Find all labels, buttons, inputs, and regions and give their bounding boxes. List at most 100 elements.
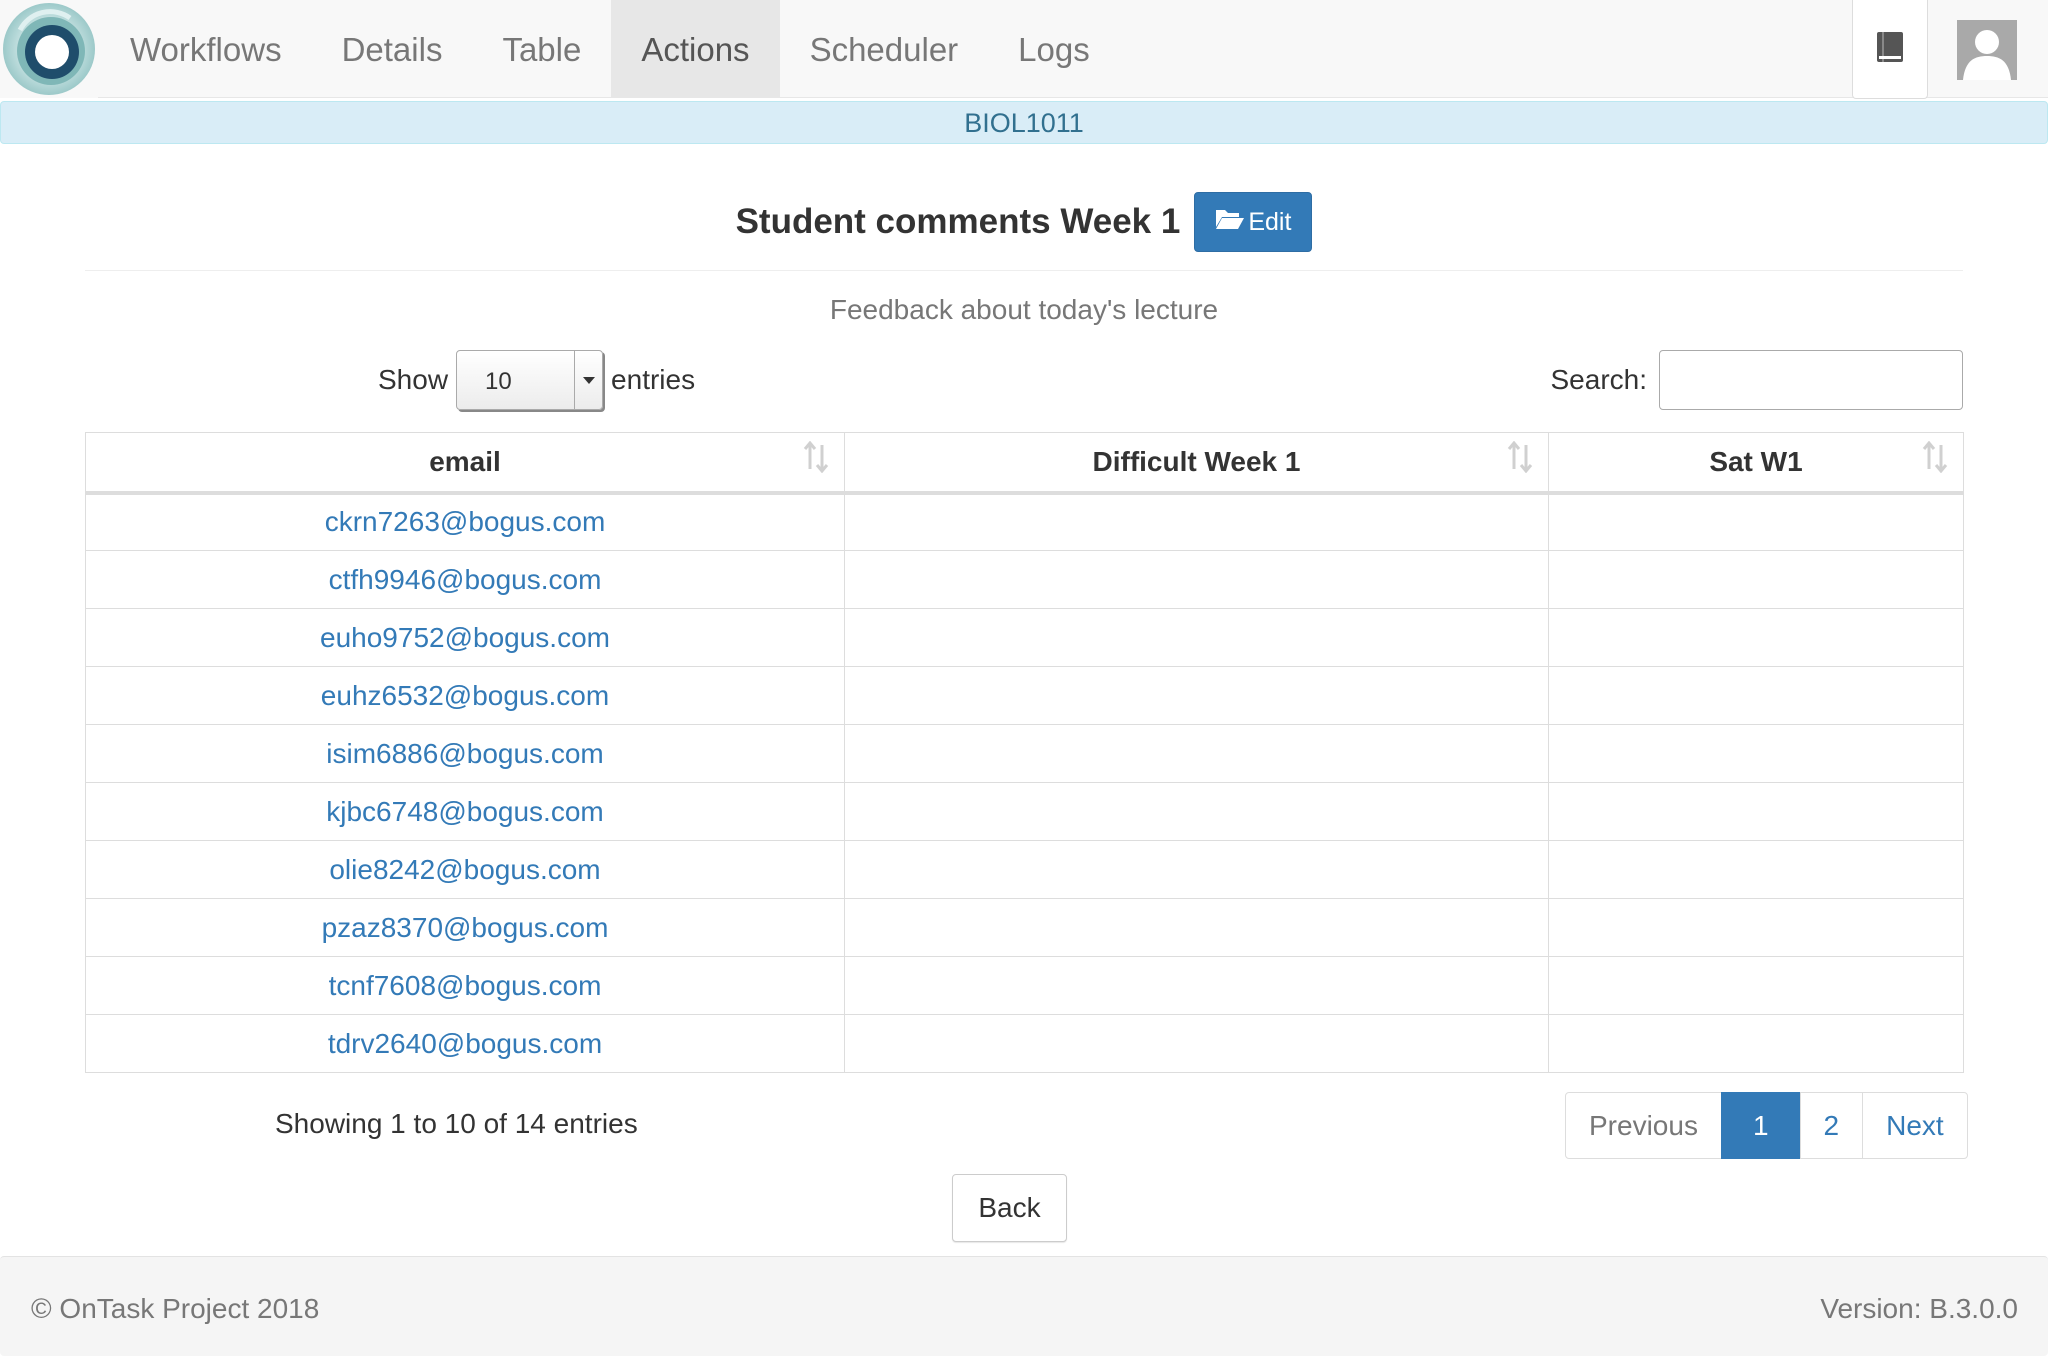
email-cell: kjbc6748@bogus.com bbox=[85, 782, 845, 841]
sat-w1-cell bbox=[1548, 724, 1964, 783]
page-footer: © OnTask Project 2018 Version: B.3.0.0 bbox=[0, 1256, 2048, 1356]
table-row: isim6886@bogus.com bbox=[85, 724, 1964, 783]
email-link[interactable]: tcnf7608@bogus.com bbox=[329, 970, 602, 1001]
table-row: euhz6532@bogus.com bbox=[85, 666, 1964, 725]
user-avatar-icon[interactable] bbox=[1957, 20, 2017, 80]
chevron-down-icon bbox=[574, 351, 602, 409]
sort-icon bbox=[802, 440, 830, 480]
entries-label: entries bbox=[611, 364, 696, 395]
show-label: Show bbox=[378, 364, 449, 395]
email-cell: pzaz8370@bogus.com bbox=[85, 898, 845, 957]
action-description: Feedback about today's lecture bbox=[829, 294, 1219, 325]
email-link[interactable]: euho9752@bogus.com bbox=[320, 622, 610, 653]
back-button[interactable]: Back bbox=[952, 1174, 1067, 1242]
sat-w1-cell bbox=[1548, 898, 1964, 957]
book-icon bbox=[1875, 30, 1905, 69]
column-header-email[interactable]: email bbox=[85, 432, 845, 495]
column-header-label: Sat W1 bbox=[1709, 445, 1803, 477]
email-link[interactable]: euhz6532@bogus.com bbox=[321, 680, 609, 711]
email-cell: euhz6532@bogus.com bbox=[85, 666, 845, 725]
page-title: Student comments Week 1 bbox=[735, 202, 1181, 241]
nav-item-table[interactable]: Table bbox=[472, 0, 611, 98]
nav-item-scheduler[interactable]: Scheduler bbox=[780, 0, 989, 98]
table-search-control: Search: bbox=[1550, 350, 1963, 410]
difficult-week-1-cell bbox=[844, 840, 1549, 899]
table-row: olie8242@bogus.com bbox=[85, 840, 1964, 899]
difficult-week-1-cell bbox=[844, 782, 1549, 841]
workflow-name-banner: BIOL1011 bbox=[0, 101, 2048, 144]
email-link[interactable]: ctfh9946@bogus.com bbox=[329, 564, 602, 595]
divider bbox=[85, 270, 1963, 271]
email-cell: olie8242@bogus.com bbox=[85, 840, 845, 899]
column-header-difficult-week-1[interactable]: Difficult Week 1 bbox=[844, 432, 1549, 495]
navbar: Workflows Details Table Actions Scheduler Log… bbox=[0, 0, 2048, 99]
copyright-text: © OnTask Project 2018 bbox=[31, 1293, 320, 1324]
table-row: ctfh9946@bogus.com bbox=[85, 550, 1964, 609]
email-cell: isim6886@bogus.com bbox=[85, 724, 845, 783]
table-header-row: email Difficult Week 1 Sat W1 bbox=[85, 432, 1964, 495]
sat-w1-cell bbox=[1548, 840, 1964, 899]
sat-w1-cell bbox=[1548, 782, 1964, 841]
table-row: tdrv2640@bogus.com bbox=[85, 1014, 1964, 1073]
difficult-week-1-cell bbox=[844, 550, 1549, 609]
email-link[interactable]: isim6886@bogus.com bbox=[326, 738, 603, 769]
edit-button-label: Edit bbox=[1248, 207, 1292, 236]
table-row: euho9752@bogus.com bbox=[85, 608, 1964, 667]
table-row: kjbc6748@bogus.com bbox=[85, 782, 1964, 841]
search-label: Search: bbox=[1550, 364, 1648, 395]
nav-item-logs[interactable]: Logs bbox=[988, 0, 1120, 98]
difficult-week-1-cell bbox=[844, 956, 1549, 1015]
difficult-week-1-cell bbox=[844, 492, 1549, 551]
folder-open-icon bbox=[1215, 207, 1248, 238]
sat-w1-cell bbox=[1548, 608, 1964, 667]
email-cell: ckrn7263@bogus.com bbox=[85, 492, 845, 551]
previous-page-button[interactable]: Previous bbox=[1565, 1092, 1722, 1159]
email-cell: tcnf7608@bogus.com bbox=[85, 956, 845, 1015]
nav-item-workflows[interactable]: Workflows bbox=[100, 0, 312, 98]
difficult-week-1-cell bbox=[844, 898, 1549, 957]
table-row: tcnf7608@bogus.com bbox=[85, 956, 1964, 1015]
email-link[interactable]: ckrn7263@bogus.com bbox=[325, 506, 606, 537]
email-cell: euho9752@bogus.com bbox=[85, 608, 845, 667]
table-body: ckrn7263@bogus.com ctfh9946@bogus.com euho… bbox=[85, 492, 1964, 1073]
column-header-label: Difficult Week 1 bbox=[1092, 445, 1301, 477]
email-cell: tdrv2640@bogus.com bbox=[85, 1014, 845, 1073]
sort-icon bbox=[1921, 440, 1949, 480]
nav-item-details[interactable]: Details bbox=[312, 0, 473, 98]
column-header-label: email bbox=[429, 445, 501, 477]
action-title-row: Student comments Week 1 Edit bbox=[0, 192, 2048, 252]
page-length-select[interactable]: 10 bbox=[456, 350, 604, 410]
difficult-week-1-cell bbox=[844, 666, 1549, 725]
email-link[interactable]: pzaz8370@bogus.com bbox=[322, 912, 609, 943]
table-info: Showing 1 to 10 of 14 entries bbox=[275, 1108, 638, 1139]
email-link[interactable]: olie8242@bogus.com bbox=[329, 854, 600, 885]
sat-w1-cell bbox=[1548, 492, 1964, 551]
email-cell: ctfh9946@bogus.com bbox=[85, 550, 845, 609]
page-length-value: 10 bbox=[485, 368, 512, 395]
email-link[interactable]: kjbc6748@bogus.com bbox=[326, 796, 603, 827]
sort-icon bbox=[1506, 440, 1534, 480]
page-button-2[interactable]: 2 bbox=[1799, 1092, 1864, 1159]
search-input[interactable] bbox=[1659, 350, 1963, 410]
sat-w1-cell bbox=[1548, 1014, 1964, 1073]
ontask-logo-icon[interactable] bbox=[0, 0, 98, 98]
pagination: Previous 1 2 Next bbox=[1565, 1092, 1968, 1159]
difficult-week-1-cell bbox=[844, 724, 1549, 783]
page-button-1[interactable]: 1 bbox=[1720, 1092, 1801, 1159]
difficult-week-1-cell bbox=[844, 1014, 1549, 1073]
data-table: email Difficult Week 1 Sat W1 ckrn7263@b… bbox=[85, 432, 1964, 1073]
sat-w1-cell bbox=[1548, 550, 1964, 609]
email-link[interactable]: tdrv2640@bogus.com bbox=[328, 1028, 602, 1059]
table-row: ckrn7263@bogus.com bbox=[85, 492, 1964, 551]
version-text: Version: B.3.0.0 bbox=[1820, 1293, 2018, 1324]
sat-w1-cell bbox=[1548, 666, 1964, 725]
main-nav: Workflows Details Table Actions Scheduler Log… bbox=[100, 0, 1120, 98]
edit-action-button[interactable]: Edit bbox=[1194, 192, 1313, 252]
difficult-week-1-cell bbox=[844, 608, 1549, 667]
nav-item-actions[interactable]: Actions bbox=[611, 0, 780, 98]
column-header-sat-w1[interactable]: Sat W1 bbox=[1548, 432, 1964, 495]
documentation-button[interactable] bbox=[1852, 0, 1928, 99]
table-row: pzaz8370@bogus.com bbox=[85, 898, 1964, 957]
next-page-button[interactable]: Next bbox=[1862, 1092, 1968, 1159]
sat-w1-cell bbox=[1548, 956, 1964, 1015]
